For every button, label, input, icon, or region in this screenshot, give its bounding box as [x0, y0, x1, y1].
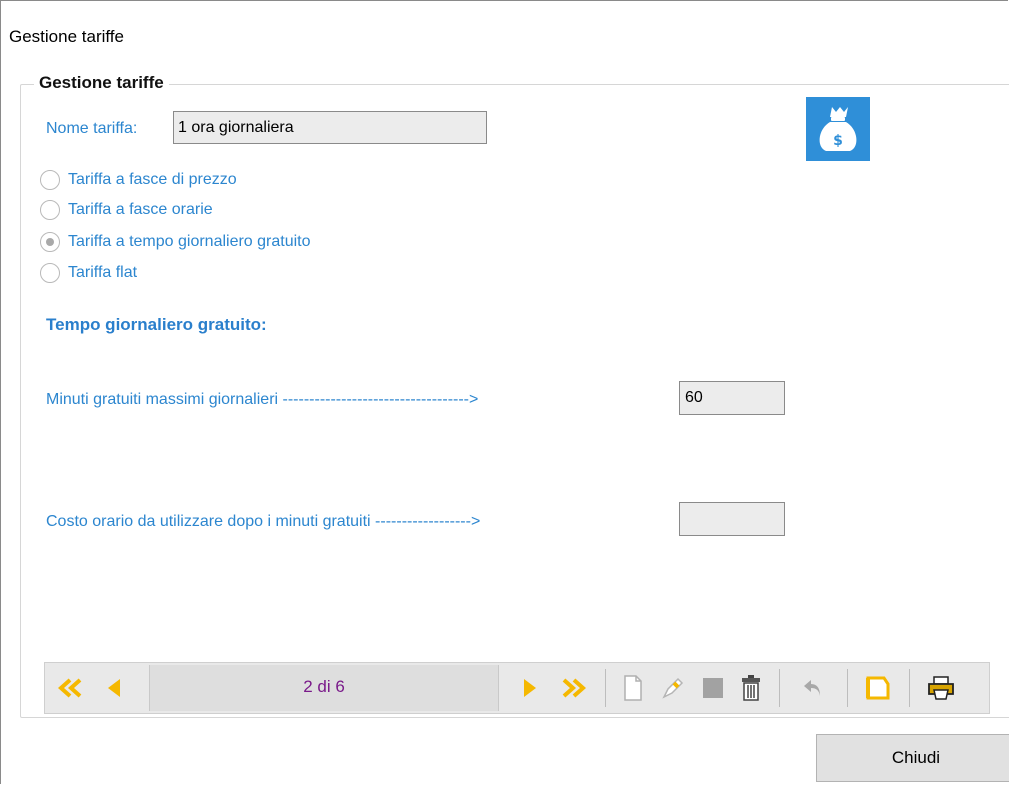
max-free-minutes-label: Minuti gratuiti massimi giornalieri ----… — [46, 391, 479, 408]
money-bag-icon: $ — [806, 97, 870, 161]
save-record-button[interactable] — [697, 663, 729, 713]
toolbar-separator — [779, 669, 780, 707]
tariff-name-input[interactable] — [173, 111, 487, 144]
save-record-icon — [703, 678, 723, 698]
new-record-button[interactable] — [617, 663, 649, 713]
record-position-text: 2 di 6 — [303, 677, 345, 696]
groupbox-title: Gestione tariffe — [34, 73, 169, 93]
undo-icon — [804, 680, 820, 696]
last-record-button[interactable] — [555, 663, 591, 713]
undo-button[interactable] — [797, 663, 829, 713]
hourly-cost-label: Costo orario da utilizzare dopo i minuti… — [46, 513, 481, 530]
print-icon — [928, 676, 954, 700]
print-button[interactable] — [921, 663, 961, 713]
delete-record-button[interactable] — [735, 663, 767, 713]
tariff-name-label: Nome tariffa: — [46, 120, 138, 137]
edit-record-button[interactable] — [657, 663, 689, 713]
radio-button[interactable] — [40, 170, 60, 190]
radio-label: Tariffa flat — [68, 264, 138, 281]
max-free-minutes-input[interactable] — [679, 381, 785, 415]
delete-record-icon — [742, 675, 760, 701]
last-record-icon — [562, 678, 586, 698]
window-title: Gestione tariffe — [9, 27, 124, 46]
open-folder-icon — [866, 676, 890, 700]
next-record-icon — [524, 679, 536, 697]
radio-free-daily-time[interactable]: Tariffa a tempo giornaliero gratuito — [40, 232, 311, 252]
hourly-cost-input[interactable] — [679, 502, 785, 536]
radio-label: Tariffa a fasce di prezzo — [68, 171, 237, 188]
record-navigator: 2 di 6 — [44, 662, 990, 714]
first-record-icon — [58, 678, 82, 698]
new-record-icon — [624, 675, 642, 701]
next-record-button[interactable] — [515, 663, 545, 713]
radio-button[interactable] — [40, 200, 60, 220]
radio-time-bands[interactable]: Tariffa a fasce orarie — [40, 200, 213, 220]
radio-flat[interactable]: Tariffa flat — [40, 263, 137, 283]
previous-record-icon — [108, 679, 120, 697]
section-title: Tempo giornaliero gratuito: — [46, 315, 267, 334]
radio-button[interactable] — [40, 263, 60, 283]
radio-label: Tariffa a fasce orarie — [68, 201, 213, 218]
toolbar-separator — [605, 669, 606, 707]
radio-button-selected[interactable] — [40, 232, 60, 252]
toolbar-separator — [847, 669, 848, 707]
radio-label: Tariffa a tempo giornaliero gratuito — [68, 233, 311, 250]
radio-price-bands[interactable]: Tariffa a fasce di prezzo — [40, 170, 237, 190]
svg-text:$: $ — [833, 133, 843, 149]
close-button[interactable]: Chiudi — [816, 734, 1009, 782]
record-position-box: 2 di 6 — [149, 665, 499, 711]
first-record-button[interactable] — [53, 663, 89, 713]
previous-record-button[interactable] — [99, 663, 129, 713]
toolbar-separator — [909, 669, 910, 707]
edit-record-icon — [662, 677, 684, 699]
open-folder-button[interactable] — [861, 663, 895, 713]
